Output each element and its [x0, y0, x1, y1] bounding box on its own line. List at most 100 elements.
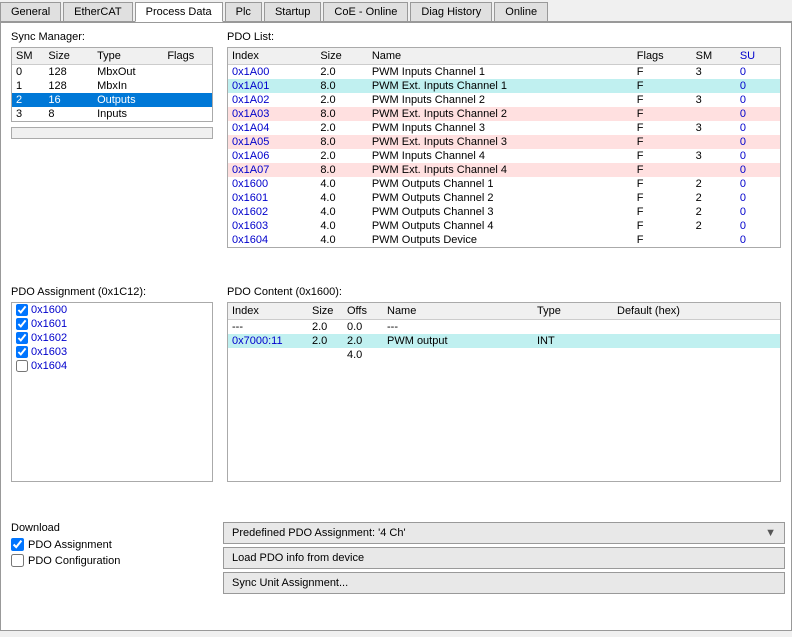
pdo-su-cell: 0: [736, 219, 780, 233]
assign-checkbox-0[interactable]: [16, 304, 28, 316]
table-row[interactable]: 0x1A03 8.0 PWM Ext. Inputs Channel 2 F 0: [228, 107, 780, 121]
table-row[interactable]: 0x1603 4.0 PWM Outputs Channel 4 F 2 0: [228, 219, 780, 233]
pdo-assignment-checkbox-row: PDO Assignment: [11, 538, 213, 551]
dropdown-arrow-icon: ▼: [765, 527, 776, 539]
size-cell: 128: [44, 79, 93, 93]
pdo-sm-cell: [692, 79, 736, 93]
pdo-sm-cell: 2: [692, 177, 736, 191]
pdo-config-checkbox[interactable]: [11, 554, 24, 567]
content-index-cell: ---: [228, 320, 308, 335]
assign-checkbox-4[interactable]: [16, 360, 28, 372]
assign-checkbox-3[interactable]: [16, 346, 28, 358]
table-row[interactable]: 0x1A02 2.0 PWM Inputs Channel 2 F 3 0: [228, 93, 780, 107]
pdo-index-cell: 0x1A02: [228, 93, 316, 107]
pdo-name-cell: PWM Ext. Inputs Channel 1: [368, 79, 633, 93]
table-row[interactable]: 1 128 MbxIn: [12, 79, 212, 93]
pdo-config-label: PDO Configuration: [28, 555, 120, 567]
table-row[interactable]: 3 8 Inputs: [12, 107, 212, 121]
download-panel: Download PDO Assignment PDO Configuratio…: [7, 518, 217, 624]
sync-horizontal-scrollbar[interactable]: [11, 127, 213, 139]
table-row[interactable]: 0x1A05 8.0 PWM Ext. Inputs Channel 3 F 0: [228, 135, 780, 149]
pdo-sm-cell: 2: [692, 191, 736, 205]
pdo-size-cell: 2.0: [316, 65, 368, 80]
type-col-header: Type: [93, 48, 163, 65]
pdo-name-cell: PWM Inputs Channel 4: [368, 149, 633, 163]
pdo-su-cell: 0: [736, 93, 780, 107]
table-row[interactable]: 0x7000:11 2.0 2.0 PWM output INT: [228, 334, 780, 348]
table-row[interactable]: 0x1A04 2.0 PWM Inputs Channel 3 F 3 0: [228, 121, 780, 135]
assign-label-3: 0x1603: [31, 346, 67, 358]
table-row[interactable]: 0x1A01 8.0 PWM Ext. Inputs Channel 1 F 0: [228, 79, 780, 93]
type-cell: Outputs: [93, 93, 163, 107]
pdo-size-cell: 8.0: [316, 135, 368, 149]
table-row[interactable]: 2 16 Outputs: [12, 93, 212, 107]
predefined-pdo-button[interactable]: Predefined PDO Assignment: '4 Ch' ▼: [223, 522, 785, 544]
sync-manager-title: Sync Manager:: [7, 29, 217, 45]
list-item: 0x1601: [12, 317, 212, 331]
size-cell: 16: [44, 93, 93, 107]
sync-manager-panel: Sync Manager: SM Size Type Flags 0 128 M…: [7, 29, 217, 278]
table-row[interactable]: --- 2.0 0.0 ---: [228, 320, 780, 335]
main-content: Sync Manager: SM Size Type Flags 0 128 M…: [0, 22, 792, 631]
pdo-name-cell: PWM Ext. Inputs Channel 4: [368, 163, 633, 177]
table-row[interactable]: 0x1604 4.0 PWM Outputs Device F 0: [228, 233, 780, 247]
table-row[interactable]: 0x1602 4.0 PWM Outputs Channel 3 F 2 0: [228, 205, 780, 219]
pdo-sm-cell: 3: [692, 93, 736, 107]
pdo-name-cell: PWM Inputs Channel 3: [368, 121, 633, 135]
sm-cell: 2: [12, 93, 44, 107]
content-index-cell: [228, 348, 308, 362]
pdo-flags-cell: F: [633, 135, 692, 149]
pdo-flags-cell: F: [633, 149, 692, 163]
type-cell: Inputs: [93, 107, 163, 121]
tab-ethercat[interactable]: EtherCAT: [63, 2, 132, 21]
pdo-flags-cell: F: [633, 93, 692, 107]
pdo-sm-cell: [692, 135, 736, 149]
tab-process-data[interactable]: Process Data: [135, 2, 223, 22]
pdo-flags-cell: F: [633, 121, 692, 135]
pdo-config-checkbox-row: PDO Configuration: [11, 554, 213, 567]
content-offs-header: Offs: [343, 303, 383, 320]
pdo-assignment-checkbox[interactable]: [11, 538, 24, 551]
pdo-sm-cell: 2: [692, 205, 736, 219]
pdo-su-cell: 0: [736, 177, 780, 191]
tab-plc[interactable]: Plc: [225, 2, 262, 21]
load-pdo-button[interactable]: Load PDO info from device: [223, 547, 785, 569]
pdo-sm-header: SM: [692, 48, 736, 65]
table-row[interactable]: 0x1601 4.0 PWM Outputs Channel 2 F 2 0: [228, 191, 780, 205]
pdo-name-cell: PWM Ext. Inputs Channel 2: [368, 107, 633, 121]
assign-checkbox-2[interactable]: [16, 332, 28, 344]
pdo-index-cell: 0x1A04: [228, 121, 316, 135]
tab-online[interactable]: Online: [494, 2, 548, 21]
list-item: 0x1603: [12, 345, 212, 359]
load-pdo-label: Load PDO info from device: [232, 552, 364, 564]
tab-bar: GeneralEtherCATProcess DataPlcStartupCoE…: [0, 0, 792, 22]
pdo-su-cell: 0: [736, 121, 780, 135]
tab-coe---online[interactable]: CoE - Online: [323, 2, 408, 21]
content-size-cell: 2.0: [308, 320, 343, 335]
tab-startup[interactable]: Startup: [264, 2, 321, 21]
pdo-index-cell: 0x1A05: [228, 135, 316, 149]
assign-checkbox-1[interactable]: [16, 318, 28, 330]
pdo-sm-cell: [692, 163, 736, 177]
tab-general[interactable]: General: [0, 2, 61, 21]
table-row[interactable]: 0x1A00 2.0 PWM Inputs Channel 1 F 3 0: [228, 65, 780, 80]
pdo-su-cell: 0: [736, 191, 780, 205]
table-row[interactable]: 0 128 MbxOut: [12, 65, 212, 80]
pdo-index-cell: 0x1A03: [228, 107, 316, 121]
content-default-cell: [613, 348, 780, 362]
table-row[interactable]: 0x1600 4.0 PWM Outputs Channel 1 F 2 0: [228, 177, 780, 191]
pdo-name-cell: PWM Ext. Inputs Channel 3: [368, 135, 633, 149]
table-row[interactable]: 0x1A07 8.0 PWM Ext. Inputs Channel 4 F 0: [228, 163, 780, 177]
sync-unit-button[interactable]: Sync Unit Assignment...: [223, 572, 785, 594]
assign-label-0: 0x1600: [31, 304, 67, 316]
sm-cell: 0: [12, 65, 44, 80]
content-name-cell: ---: [383, 320, 533, 335]
tab-diag-history[interactable]: Diag History: [410, 2, 492, 21]
table-row[interactable]: 0x1A06 2.0 PWM Inputs Channel 4 F 3 0: [228, 149, 780, 163]
sm-cell: 3: [12, 107, 44, 121]
content-type-header: Type: [533, 303, 613, 320]
flags-cell: [163, 79, 212, 93]
table-row[interactable]: 4.0: [228, 348, 780, 362]
content-offs-cell: 4.0: [343, 348, 383, 362]
pdo-flags-cell: F: [633, 219, 692, 233]
